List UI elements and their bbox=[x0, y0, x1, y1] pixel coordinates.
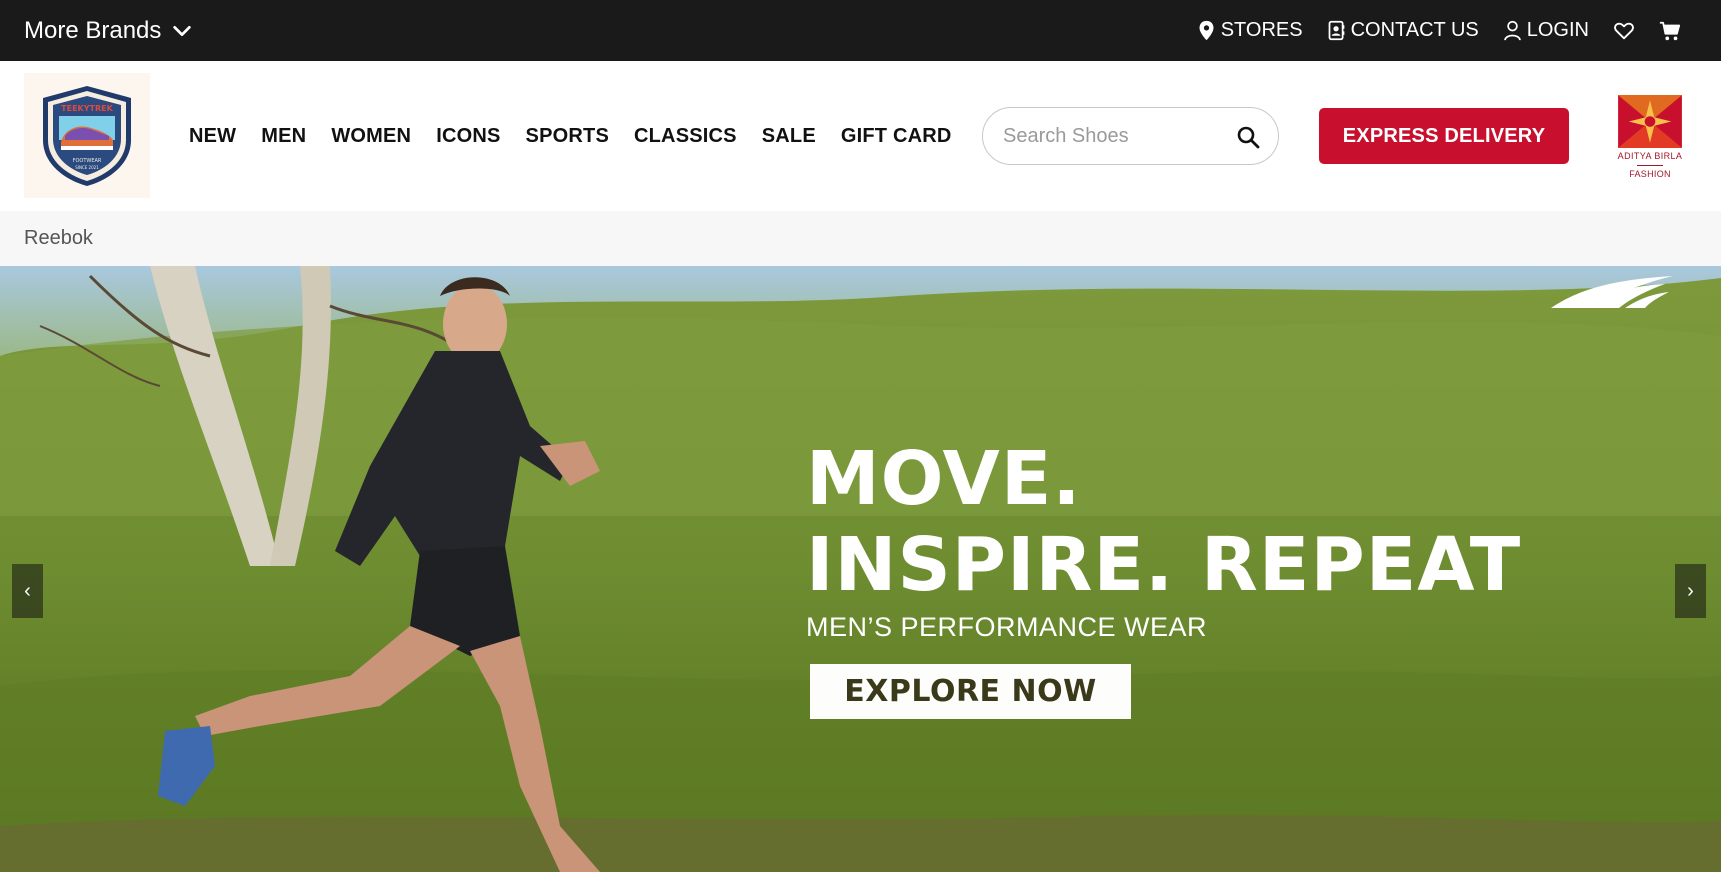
nav-women[interactable]: WOMEN bbox=[331, 125, 411, 148]
express-delivery-button[interactable]: EXPRESS DELIVERY bbox=[1319, 108, 1569, 164]
svg-text:FOOTWEAR: FOOTWEAR bbox=[73, 158, 102, 164]
partner-name: ADITYA BIRLA bbox=[1617, 151, 1683, 162]
nav-men[interactable]: MEN bbox=[261, 125, 306, 148]
login-link[interactable]: LOGIN bbox=[1503, 19, 1589, 42]
chevron-down-icon bbox=[173, 25, 192, 36]
search-box bbox=[982, 107, 1279, 165]
hero-banner[interactable]: MOVE. INSPIRE. REPEAT MEN’S PERFORMANCE … bbox=[0, 266, 1721, 872]
user-icon bbox=[1503, 20, 1521, 41]
hero-line-2: INSPIRE. REPEAT bbox=[806, 522, 1522, 608]
explore-now-button[interactable]: EXPLORE NOW bbox=[810, 664, 1131, 719]
partner-sub: FASHION bbox=[1629, 169, 1671, 179]
aditya-birla-sun-logo bbox=[1618, 95, 1682, 149]
hero-headline: MOVE. INSPIRE. REPEAT MEN’S PERFORMANCE … bbox=[806, 436, 1521, 643]
partner-logo[interactable]: ADITYA BIRLA FASHION bbox=[1611, 95, 1689, 179]
wishlist-button[interactable] bbox=[1613, 20, 1635, 42]
hero-subtitle: MEN’S PERFORMANCE WEAR bbox=[806, 612, 1208, 642]
nav-new[interactable]: NEW bbox=[189, 125, 236, 148]
hero-line-1: MOVE. bbox=[806, 436, 1082, 522]
more-brands-label: More Brands bbox=[24, 16, 162, 44]
nav-sale[interactable]: SALE bbox=[762, 125, 816, 148]
partner-divider bbox=[1637, 165, 1663, 166]
site-logo[interactable]: TEEKYTREK FOOTWEAR SINCE 2021 bbox=[24, 73, 150, 198]
svg-text:SINCE 2021: SINCE 2021 bbox=[75, 165, 99, 170]
contact-us-label: CONTACT US bbox=[1350, 19, 1479, 41]
search-input[interactable] bbox=[1003, 124, 1223, 148]
carousel-next-button[interactable]: › bbox=[1675, 564, 1706, 618]
nav-sports[interactable]: SPORTS bbox=[526, 125, 609, 148]
carousel-prev-button[interactable]: ‹ bbox=[12, 564, 43, 618]
shoe-shield-logo: TEEKYTREK FOOTWEAR SINCE 2021 bbox=[43, 85, 131, 186]
main-header: TEEKYTREK FOOTWEAR SINCE 2021 NEW MEN WO… bbox=[0, 61, 1721, 211]
heart-icon bbox=[1614, 22, 1634, 39]
nav-gift-card[interactable]: GIFT CARD bbox=[841, 125, 952, 148]
contact-us-link[interactable]: CONTACT US bbox=[1327, 19, 1479, 42]
login-label: LOGIN bbox=[1526, 19, 1589, 41]
main-nav: NEW MEN WOMEN ICONS SPORTS CLASSICS SALE… bbox=[189, 61, 952, 211]
map-pin-icon bbox=[1199, 20, 1214, 41]
more-brands-dropdown[interactable]: More Brands bbox=[24, 0, 193, 61]
stores-link[interactable]: STORES bbox=[1197, 19, 1303, 42]
svg-text:TEEKYTREK: TEEKYTREK bbox=[61, 104, 113, 113]
nav-classics[interactable]: CLASSICS bbox=[634, 125, 737, 148]
contact-card-icon bbox=[1328, 20, 1344, 41]
breadcrumb-current: Reebok bbox=[24, 227, 93, 249]
top-bar: More Brands STORES CONTACT US LOGIN bbox=[0, 0, 1721, 61]
breadcrumb: Reebok bbox=[0, 211, 1721, 266]
nav-icons[interactable]: ICONS bbox=[436, 125, 500, 148]
stores-label: STORES bbox=[1220, 19, 1303, 41]
cart-button[interactable] bbox=[1659, 20, 1681, 42]
search-icon[interactable] bbox=[1236, 125, 1260, 149]
cart-icon bbox=[1659, 21, 1681, 40]
reebok-logo bbox=[1551, 276, 1673, 308]
